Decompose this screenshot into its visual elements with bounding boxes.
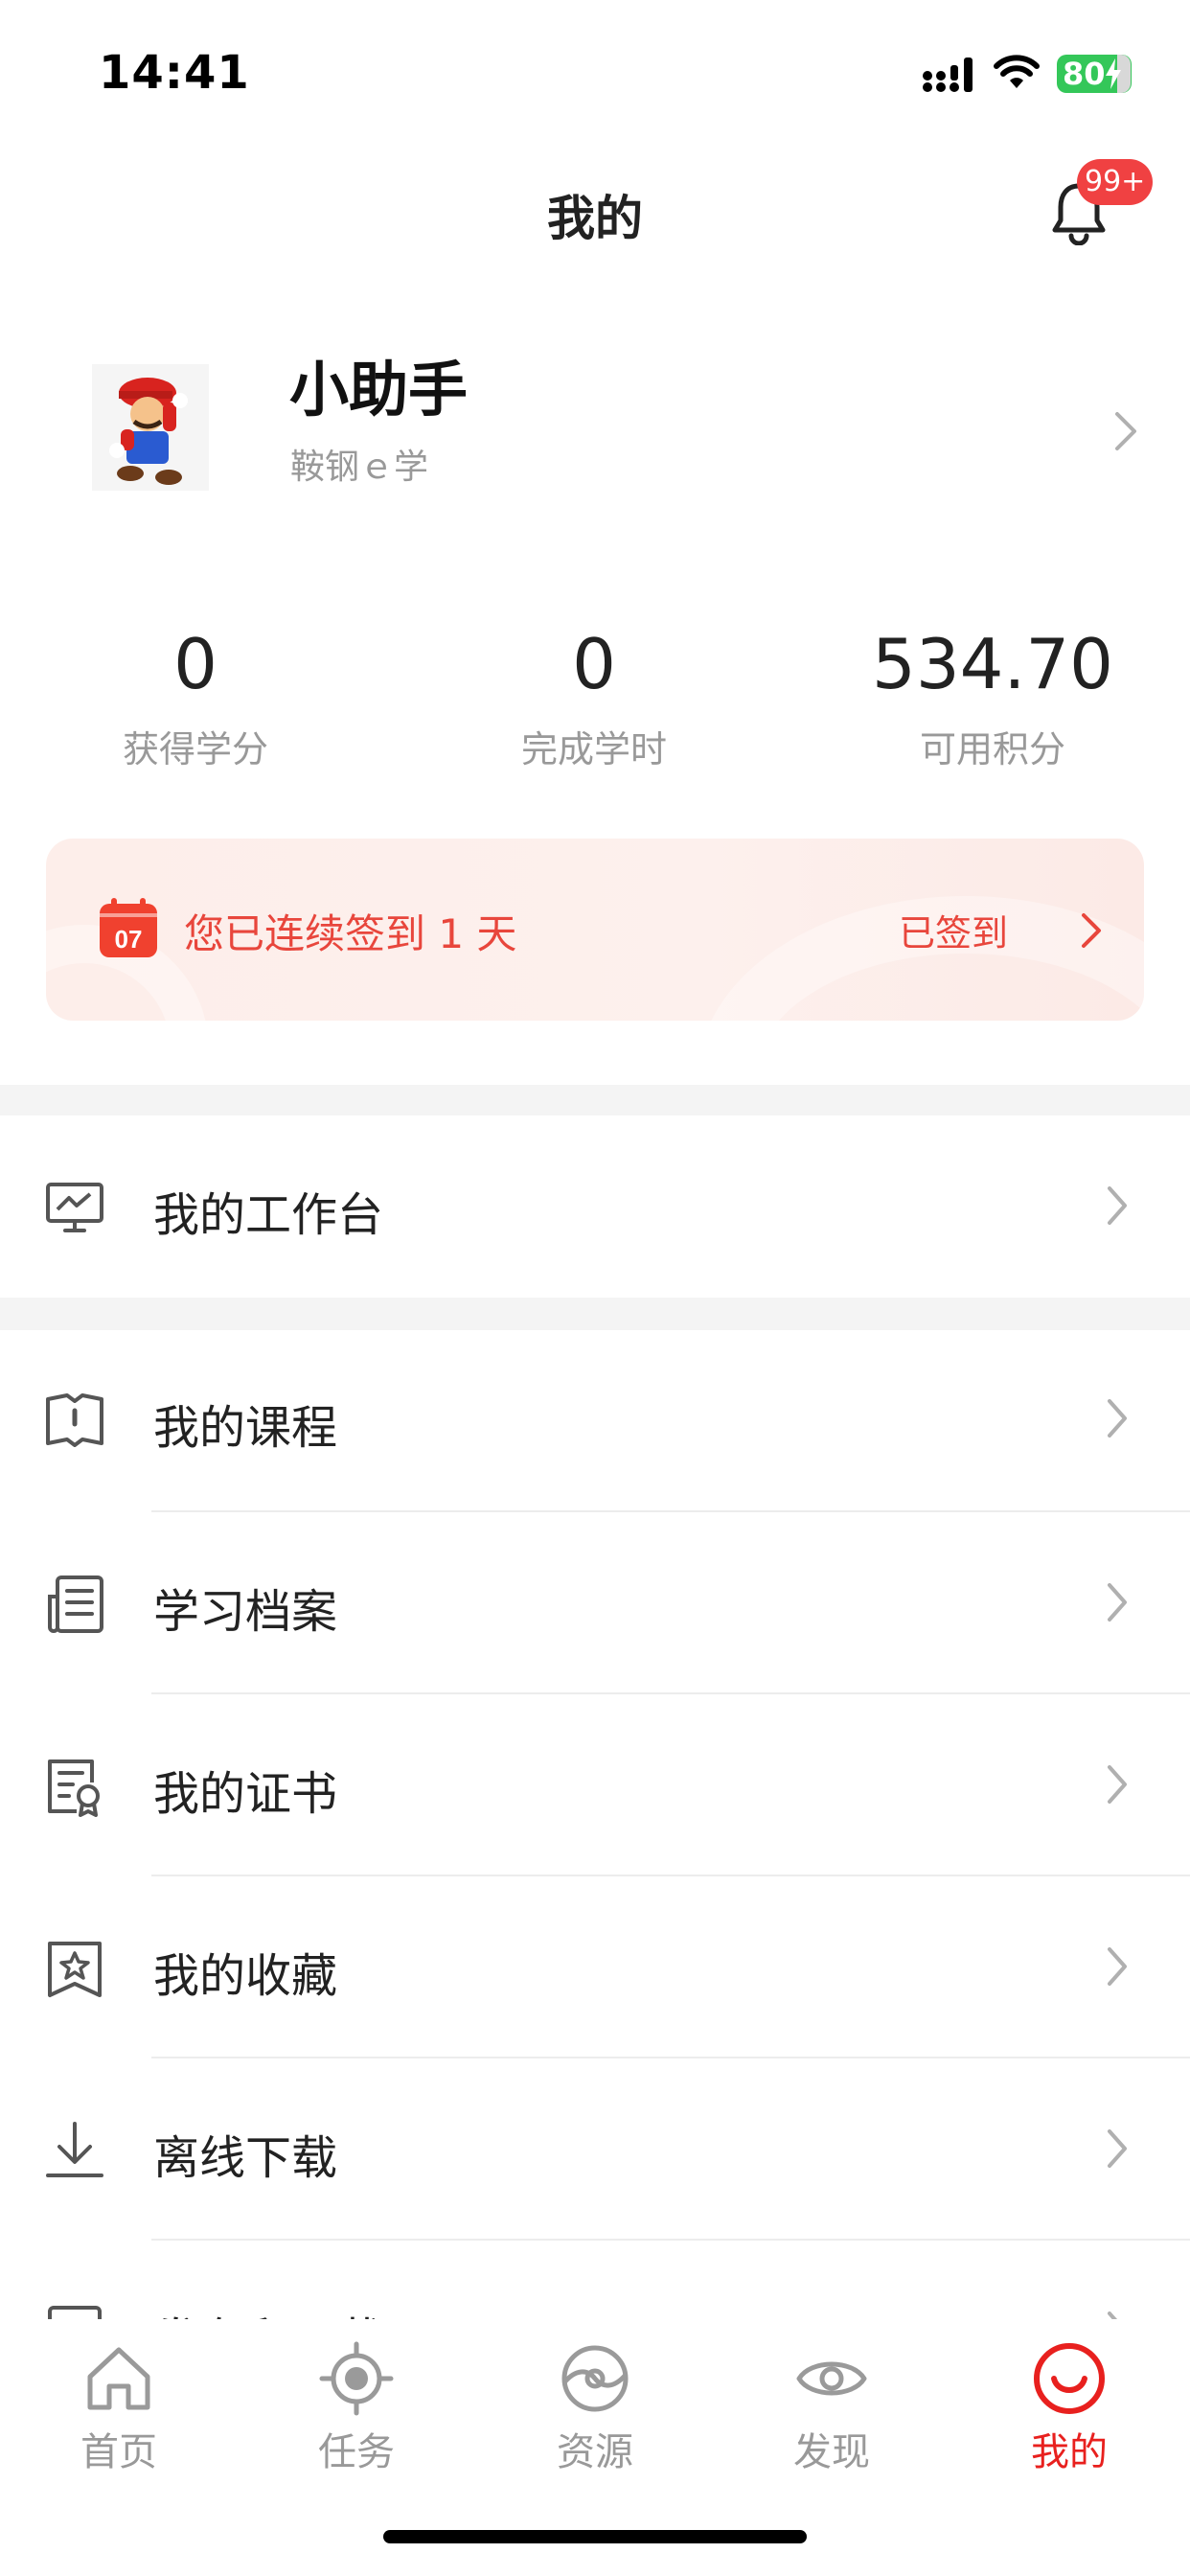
stat-label: 可用积分 (919, 728, 1065, 770)
calendar-day: 07 (115, 925, 143, 954)
menu-item-offline-download[interactable]: 离线下载 (0, 2058, 1190, 2241)
chevron-right-icon (1108, 1765, 1127, 1804)
tab-label: 发现 (793, 2430, 870, 2474)
page-title: 我的 (547, 191, 643, 246)
stat-credits[interactable]: 0 获得学分 (13, 618, 378, 772)
stat-points[interactable]: 534.70 可用积分 (811, 618, 1175, 772)
book-icon (46, 1393, 103, 1447)
chevron-right-icon (1108, 1399, 1127, 1438)
tab-mine[interactable]: 我的 (983, 2340, 1156, 2476)
certificate-icon (48, 1760, 100, 1817)
screen: 14:41 80 我的 99+ 小助手 鞍钢ｅ学 0 获得学分 0 完成学时 5… (0, 0, 1190, 2576)
menu-label: 我的证书 (153, 1767, 338, 1821)
status-time: 14:41 (99, 46, 250, 100)
stat-hours[interactable]: 0 完成学时 (412, 618, 776, 772)
cellular-signal-icon (923, 58, 973, 92)
stat-value: 534.70 (872, 624, 1113, 704)
avatar[interactable] (92, 364, 209, 491)
menu-item-certificates[interactable]: 我的证书 (0, 1694, 1190, 1876)
profile-chevron-right-icon[interactable] (1111, 410, 1140, 452)
tab-resources[interactable]: 资源 (509, 2340, 681, 2476)
smile-icon (1034, 2343, 1105, 2414)
home-indicator[interactable] (383, 2530, 807, 2543)
menu-label: 我的课程 (153, 1401, 338, 1455)
user-name[interactable]: 小助手 (289, 341, 468, 427)
menu-item-favorites[interactable]: 我的收藏 (0, 1876, 1190, 2058)
signin-card[interactable]: 07 您已连续签到 1 天 已签到 (46, 839, 1144, 1021)
monitor-icon (46, 1183, 103, 1232)
menu-label: 我的工作台 (153, 1188, 384, 1242)
chevron-right-icon (1108, 1583, 1127, 1622)
tab-discover[interactable]: 发现 (745, 2340, 918, 2476)
tab-label: 任务 (318, 2430, 395, 2474)
tab-label: 我的 (1031, 2430, 1108, 2474)
section-gap (0, 1298, 1190, 1330)
home-icon (87, 2347, 150, 2410)
stat-value: 0 (572, 624, 616, 704)
tab-tasks[interactable]: 任务 (270, 2340, 443, 2476)
menu-label: 学习档案 (153, 1585, 338, 1639)
tab-label: 首页 (80, 2430, 157, 2474)
menu-item-archive[interactable]: 学习档案 (0, 1512, 1190, 1694)
signin-streak-text: 您已连续签到 1 天 (184, 910, 517, 957)
menu-item-courses[interactable]: 我的课程 (0, 1330, 1190, 1512)
document-list-icon (48, 1576, 103, 1633)
stat-label: 完成学时 (520, 728, 667, 770)
chevron-right-icon (1108, 1186, 1127, 1225)
menu-item-workbench[interactable]: 我的工作台 (0, 1116, 1190, 1298)
stat-label: 获得学分 (122, 728, 268, 770)
charging-bolt-icon (1106, 58, 1121, 89)
status-bar: 14:41 80 (0, 0, 1190, 144)
resources-icon (561, 2345, 629, 2412)
menu-label: 我的收藏 (153, 1949, 338, 2003)
star-bookmark-icon (48, 1942, 102, 1997)
signin-status[interactable]: 已签到 (899, 904, 1008, 956)
download-icon (46, 2122, 103, 2177)
tab-label: 资源 (557, 2430, 633, 2474)
calendar-icon: 07 (100, 898, 157, 957)
notification-badge: 99+ (1077, 159, 1154, 205)
user-organization: 鞍钢ｅ学 (290, 448, 429, 487)
chevron-right-icon (1108, 2129, 1127, 2168)
section-gap (0, 1085, 1190, 1116)
tab-home[interactable]: 首页 (33, 2340, 205, 2476)
eye-icon (796, 2361, 867, 2396)
target-icon (319, 2341, 394, 2416)
wifi-icon (994, 55, 1040, 88)
signin-chevron-right-icon[interactable] (1079, 911, 1104, 950)
stat-value: 0 (173, 624, 217, 704)
menu-label: 离线下载 (153, 2131, 338, 2185)
chevron-right-icon (1108, 1947, 1127, 1986)
